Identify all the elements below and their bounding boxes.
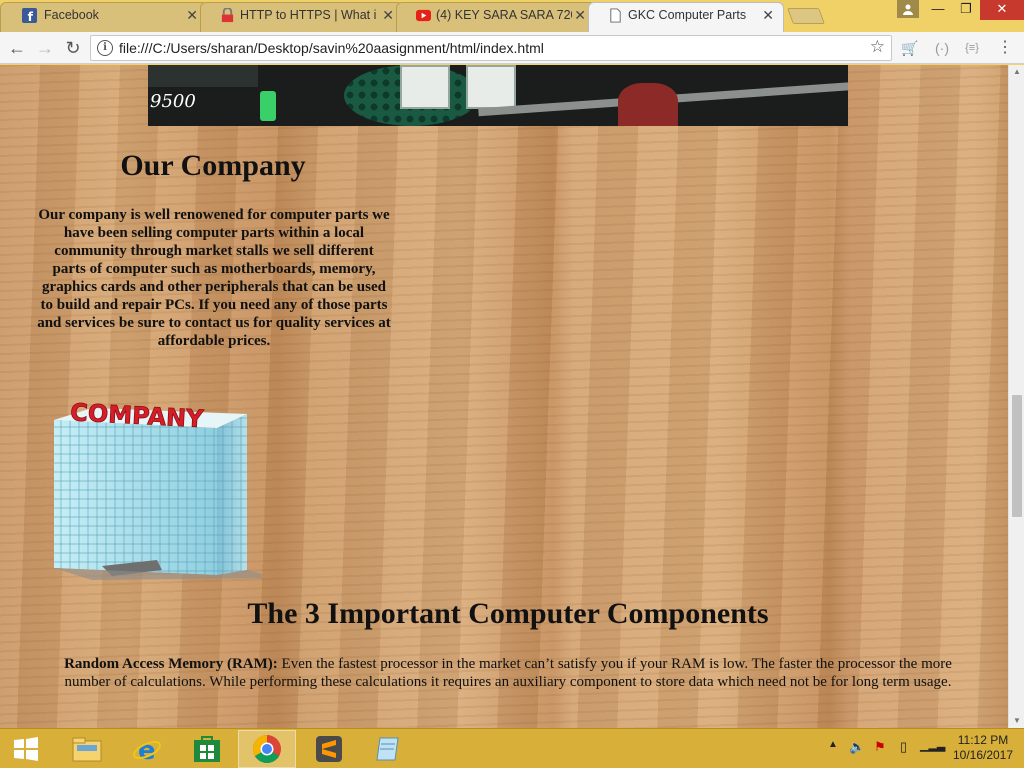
page-icon [610,8,621,23]
minimize-button[interactable]: — [924,0,952,20]
address-url: file:///C:/Users/sharan/Desktop/savin%20… [119,40,544,56]
components-heading: The 3 Important Computer Components [247,597,769,630]
file-explorer-taskbar-button[interactable] [58,730,116,768]
sublime-text-taskbar-button[interactable] [300,730,358,768]
tab-title: GKC Computer Parts [628,8,747,22]
close-tab-icon[interactable]: ✕ [574,2,586,28]
tab-http-to-https[interactable]: HTTP to HTTPS | What is ✕ [200,2,404,32]
tab-strip: f Facebook ✕ HTTP to HTTPS | What is ✕ (… [0,0,1024,32]
json-extension-icon[interactable]: {≡} [961,37,983,59]
extension-icon[interactable]: (·) [931,37,953,59]
action-center-flag-icon[interactable]: ⚑ [874,739,886,755]
profile-icon[interactable] [897,0,919,18]
chrome-icon [253,735,281,763]
internet-explorer-taskbar-button[interactable]: e [118,730,176,768]
menu-icon[interactable]: ⋮ [994,37,1016,59]
sublime-text-icon [316,736,342,762]
company-building-image: COMPANY [54,400,262,580]
browser-toolbar: ← → ↻ i file:///C:/Users/sharan/Desktop/… [0,32,1024,64]
info-icon[interactable]: i [97,40,113,56]
new-tab-button[interactable] [787,8,825,24]
network-signal-icon[interactable]: ▁▂▃ [920,739,945,752]
tab-gkc-computer-parts[interactable]: GKC Computer Parts ✕ [588,2,784,32]
restore-button[interactable]: ❐ [952,0,980,20]
hero-image: 9500 [148,65,848,126]
close-tab-icon[interactable]: ✕ [762,2,774,28]
show-hidden-icons-chevron-icon[interactable]: ▲ [828,739,838,750]
tab-title: HTTP to HTTPS | What is [240,8,376,22]
internet-explorer-icon: e [133,736,161,764]
battery-icon[interactable]: ▯ [900,739,907,755]
bookmark-star-icon[interactable]: ☆ [870,37,885,57]
scroll-down-icon[interactable]: ▼ [1009,714,1024,728]
ram-label: Random Access Memory (RAM): [64,656,278,672]
tab-youtube[interactable]: (4) KEY SARA SARA 720p ✕ [396,2,596,32]
forward-arrow-icon[interactable]: → [34,37,56,59]
ram-paragraph: Random Access Memory (RAM): Even the fas… [56,655,960,691]
scroll-thumb[interactable] [1012,395,1022,517]
hero-price-text: 9500 [150,91,196,112]
volume-icon[interactable]: 🔈 [849,739,865,755]
store-taskbar-button[interactable] [178,730,236,768]
taskbar-clock[interactable]: 11:12 PM 10/16/2017 [948,733,1018,763]
youtube-icon [416,9,431,22]
our-company-heading: Our Company [120,149,306,182]
vertical-scrollbar[interactable]: ▲ ▼ [1008,65,1024,728]
store-icon [194,736,220,762]
windows-taskbar: e ▲ 🔈 ⚑ ▯ ▁▂▃ 11:12 PM 10/16/2017 [0,728,1024,768]
close-window-button[interactable]: ✕ [980,0,1024,20]
close-tab-icon[interactable]: ✕ [382,2,394,28]
ssl-lock-icon [221,8,234,23]
tab-facebook[interactable]: f Facebook ✕ [0,2,208,32]
start-button[interactable] [0,730,52,768]
svg-text:e: e [138,736,156,764]
reload-icon[interactable]: ↻ [62,37,84,59]
clock-date: 10/16/2017 [952,748,1014,762]
chrome-taskbar-button[interactable] [238,730,296,768]
tab-title: (4) KEY SARA SARA 720p [436,8,572,22]
scroll-up-icon[interactable]: ▲ [1009,65,1024,79]
folder-icon [72,737,102,762]
facebook-icon: f [22,8,37,23]
svg-text:f: f [28,10,34,23]
notepad-taskbar-button[interactable] [360,730,418,768]
notepad-icon [376,737,399,761]
clock-time: 11:12 PM [957,733,1009,747]
address-bar[interactable]: i file:///C:/Users/sharan/Desktop/savin%… [90,35,892,61]
tab-title: Facebook [44,8,99,22]
windows-logo-icon [14,737,38,761]
cart-extension-icon[interactable]: 🛒 [899,37,921,59]
close-tab-icon[interactable]: ✕ [186,2,198,28]
back-arrow-icon[interactable]: ← [6,37,28,59]
company-description: Our company is well renowened for comput… [37,207,391,349]
page-viewport: 9500 Our Company Our company is well ren… [0,65,1024,728]
